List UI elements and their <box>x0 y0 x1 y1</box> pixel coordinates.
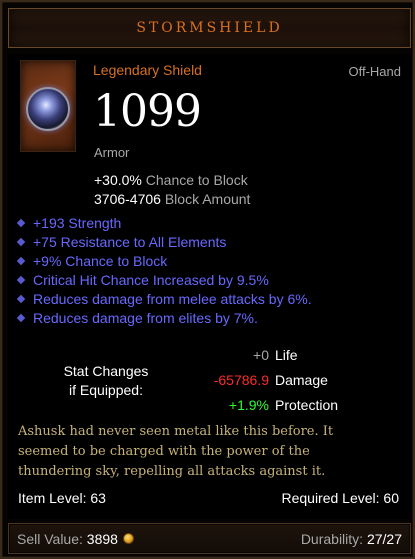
stat-changes-label-line2: if Equipped: <box>69 382 143 398</box>
required-level: Required Level: 60 <box>281 490 399 506</box>
stat-change-name: Protection <box>275 397 339 413</box>
block-amount-label: Block Amount <box>164 191 251 207</box>
item-tooltip: STORMSHIELD Legendary Shield Off-Hand 10… <box>0 0 415 559</box>
affix-item: +9% Chance to Block <box>16 251 312 270</box>
affix-text: Critical Hit Chance Increased by 9.5% <box>33 271 269 288</box>
affix-item: Reduces damage from melee attacks by 6%. <box>16 289 312 308</box>
stat-change-row: +1.9% Protection <box>168 397 338 413</box>
durability: Durability: 27/27 <box>301 531 402 547</box>
affix-item: Reduces damage from elites by 7%. <box>16 308 312 327</box>
item-icon-frame <box>20 60 76 152</box>
diamond-bullet-icon <box>16 256 26 265</box>
sell-value-amount: 3898 <box>86 530 118 547</box>
affix-item: Critical Hit Chance Increased by 9.5% <box>16 270 312 289</box>
tooltip-body: Legendary Shield Off-Hand 1099 Armor +30… <box>8 54 411 519</box>
diamond-bullet-icon <box>16 218 26 227</box>
block-amount-line: 3706-4706 Block Amount <box>94 191 250 207</box>
block-chance-line: +30.0% Chance to Block <box>94 172 248 188</box>
affix-text: +9% Chance to Block <box>33 252 168 269</box>
stat-change-value: +0 <box>253 347 269 363</box>
flavor-line: thundering sky, repelling all attacks ag… <box>18 464 326 479</box>
affix-item: +193 Strength <box>16 213 312 232</box>
sell-value: Sell Value: 3898 <box>17 531 134 547</box>
flavor-text: Ashusk had never seen metal like this be… <box>18 422 403 482</box>
block-amount-value: 3706-4706 <box>94 191 161 207</box>
diamond-bullet-icon <box>16 294 26 303</box>
shield-icon <box>26 87 70 131</box>
stat-change-value: +1.9% <box>228 397 269 413</box>
stat-changes-label: Stat Changes if Equipped: <box>46 362 166 400</box>
flavor-line: Ashusk had never seen metal like this be… <box>18 424 334 439</box>
block-chance-value: +30.0% <box>94 172 142 188</box>
affix-text: Reduces damage from melee attacks by 6%. <box>33 290 312 307</box>
durability-value: 27/27 <box>366 530 402 547</box>
diamond-bullet-icon <box>16 237 26 246</box>
affix-text: Reduces damage from elites by 7%. <box>33 309 258 326</box>
stat-change-name: Life <box>275 347 298 363</box>
affix-text: +75 Resistance to All Elements <box>33 233 227 250</box>
stat-changes-label-line1: Stat Changes <box>63 363 149 379</box>
stat-change-name: Damage <box>275 372 328 388</box>
sell-value-label: Sell Value: <box>17 530 83 547</box>
stat-change-row: -65786.9 Damage <box>168 372 328 388</box>
durability-label: Durability: <box>300 530 364 547</box>
item-name: STORMSHIELD <box>136 20 283 36</box>
diamond-bullet-icon <box>16 275 26 284</box>
item-rarity-type: Legendary Shield <box>93 62 202 78</box>
affix-item: +75 Resistance to All Elements <box>16 232 312 251</box>
stat-change-value: -65786.9 <box>213 372 269 388</box>
flavor-line: seemed to be charged with the power of t… <box>18 444 310 459</box>
armor-label: Armor <box>94 145 130 160</box>
affix-list: +193 Strength +75 Resistance to All Elem… <box>16 213 312 327</box>
gold-coin-icon <box>122 533 134 544</box>
block-chance-label: Chance to Block <box>145 172 248 188</box>
affix-text: +193 Strength <box>33 214 122 231</box>
item-slot: Off-Hand <box>348 64 401 79</box>
item-level: Item Level: 63 <box>18 490 106 506</box>
tooltip-footer: Sell Value: 3898 Durability: 27/27 <box>8 523 411 554</box>
armor-value: 1099 <box>93 86 202 137</box>
diamond-bullet-icon <box>16 313 26 322</box>
stat-change-row: +0 Life <box>168 347 298 363</box>
title-bar: STORMSHIELD <box>8 8 411 48</box>
